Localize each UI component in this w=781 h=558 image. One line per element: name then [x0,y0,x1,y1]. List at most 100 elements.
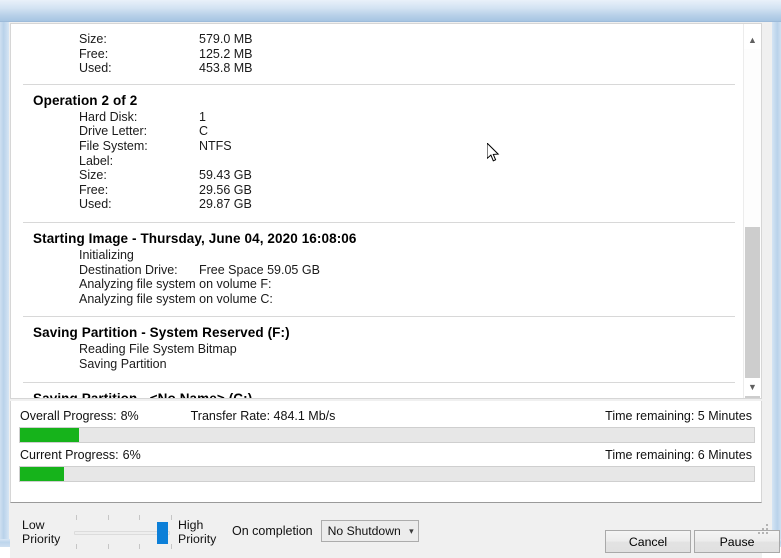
log-block-operation-1: Size: 579.0 MB Free: 125.2 MB Used: 453.… [11,24,743,76]
row-label: Label: [79,153,114,168]
chevron-up-icon: ▲ [748,34,757,45]
row-value: C [199,124,209,139]
shutdown-selected-value: No Shutdown [327,524,401,538]
log-block-saving-partition-f: Saving Partition - System Reserved (F:) … [11,325,743,371]
window-titlebar[interactable] [0,0,781,22]
overall-progress-fill [20,428,79,442]
current-progress-percent: 6% [122,448,141,462]
slider-tick [107,515,109,520]
log-separator [23,221,735,223]
current-progress-bar [19,466,755,482]
row-value: 579.0 MB [199,32,253,46]
slider-thumb[interactable] [156,522,168,544]
row-label: Used: [79,61,112,76]
log-separator [23,83,735,85]
window-border-left [0,22,9,547]
high-priority-line2: Priority [178,532,217,546]
row-value: 59.43 GB [199,168,252,183]
log-line: Saving Partition [79,356,167,371]
on-completion-label: On completion [232,524,313,538]
overall-progress-bar [19,427,755,443]
scroll-down-button[interactable]: ▼ [744,378,761,396]
overall-progress-title: Overall Progress: [20,409,117,423]
log-block-title: Operation 2 of 2 [33,92,138,108]
row-value: 29.56 GB [199,182,252,197]
log-row: Label: [11,154,743,169]
log-row: Drive Letter: C [11,124,743,139]
current-progress-fill [20,467,65,481]
log-line: Initializing [79,247,134,262]
row-label: Drive Letter: [79,124,148,139]
chevron-down-icon: ▾ [409,525,414,536]
window-frame: Size: 579.0 MB Free: 125.2 MB Used: 453.… [0,0,781,558]
log-row: Destination Drive: Free Space 59.05 GB [11,263,743,278]
slider-ticks-top [76,515,172,520]
row-label: Free: [79,182,109,197]
row-value: 29.87 GB [199,197,252,212]
row-value: Free Space 59.05 GB [199,262,320,277]
current-time-remaining: Time remaining: 6 Minutes [605,448,752,462]
row-value: 1 [199,109,206,124]
current-progress-labels: Current Progress: 6% Time remaining: 6 M… [20,448,752,462]
slider-tick [170,515,172,520]
high-priority-line1: High [178,518,204,532]
row-value: 453.8 MB [199,61,253,76]
log-separator [23,381,735,383]
overall-progress-labels: Overall Progress: 8% Transfer Rate: 484.… [20,409,752,423]
transfer-rate-text: Transfer Rate: 484.1 Mb/s [190,409,336,423]
row-label: Free: [79,46,109,61]
log-line: Analyzing file system on volume C: [79,291,273,306]
log-row: Size: 59.43 GB [11,168,743,183]
low-priority-label: Low Priority [22,518,70,546]
row-label: File System: [79,138,148,153]
chevron-down-icon: ▼ [748,381,757,392]
scroll-up-button[interactable]: ▲ [744,31,761,49]
log-block-title: Starting Image - Thursday, June 04, 2020… [33,230,357,246]
log-line: Analyzing file system on volume F: [79,277,272,292]
row-label: Used: [79,197,112,212]
log-row: Used: 453.8 MB [11,61,743,76]
operation-log-panel[interactable]: Size: 579.0 MB Free: 125.2 MB Used: 453.… [10,23,762,399]
log-block-title: Saving Partition - <No Name> (C:) [33,390,253,399]
row-label: Hard Disk: [79,109,138,124]
log-row: Free: 125.2 MB [11,47,743,62]
log-row: File System: NTFS [11,139,743,154]
log-row: Used: 29.87 GB [11,197,743,212]
log-row: Size: 579.0 MB [11,32,743,47]
resize-grip[interactable] [758,524,770,536]
log-separator [23,316,735,318]
row-value [199,154,743,169]
row-value: 125.2 MB [199,46,253,61]
row-label: Destination Drive: [79,262,178,277]
log-line: Reading File System Bitmap [79,342,237,357]
low-priority-line2: Priority [22,532,61,546]
scrollbar-track[interactable] [744,49,761,398]
log-vertical-scrollbar[interactable]: ▲ ▼ [743,24,761,398]
slider-tick [139,515,141,520]
priority-slider-group: Low Priority High Priority [22,510,226,554]
cancel-button[interactable]: Cancel [605,530,691,553]
log-row: Hard Disk: 1 [11,110,743,125]
log-row: Free: 29.56 GB [11,183,743,198]
overall-time-remaining: Time remaining: 5 Minutes [605,409,752,423]
log-block-starting-image: Starting Image - Thursday, June 04, 2020… [11,231,743,306]
log-block-operation-2: Operation 2 of 2 Hard Disk: 1 Drive Lett… [11,93,743,212]
low-priority-line1: Low [22,518,45,532]
log-block-saving-partition-c: Saving Partition - <No Name> (C:) Readin… [11,390,743,399]
high-priority-label: High Priority [178,518,226,546]
overall-progress-percent: 8% [120,409,139,423]
dialog-client-area: Size: 579.0 MB Free: 125.2 MB Used: 453.… [9,22,780,558]
log-block-title: Saving Partition - System Reserved (F:) [33,325,290,341]
operation-log-content: Size: 579.0 MB Free: 125.2 MB Used: 453.… [11,24,743,399]
current-progress-title: Current Progress: [20,448,119,462]
row-label: Size: [79,32,107,46]
progress-area: Overall Progress: 8% Transfer Rate: 484.… [10,401,762,503]
priority-slider[interactable] [74,510,174,554]
row-value: NTFS [199,138,232,153]
slider-tick [76,515,77,520]
shutdown-action-select[interactable]: No Shutdown ▾ [320,520,419,542]
on-completion-group: On completion No Shutdown ▾ [232,504,419,558]
scrollbar-thumb[interactable] [745,227,760,398]
row-label: Size: [79,168,107,183]
window-border-right [772,22,781,547]
